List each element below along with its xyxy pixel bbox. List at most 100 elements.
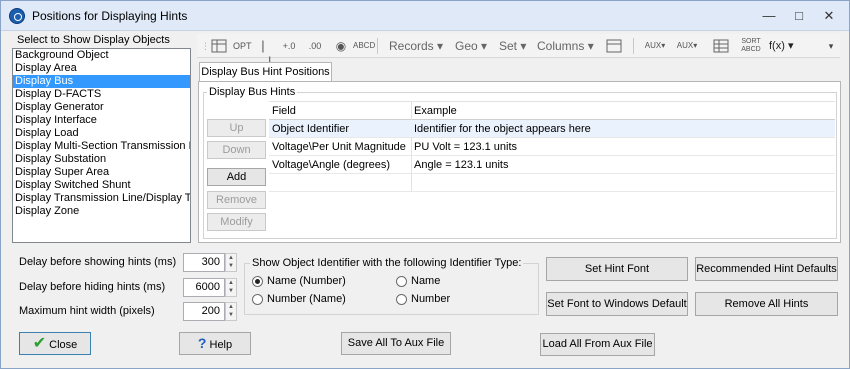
title-bar: Positions for Displaying Hints — □ ✕ bbox=[1, 1, 849, 31]
hints-table: Field Example Object Identifier Identifi… bbox=[269, 101, 835, 236]
radio-name[interactable] bbox=[396, 276, 407, 287]
modify-button[interactable]: Modify bbox=[207, 213, 266, 231]
freeze-panes-icon[interactable]: |↔| bbox=[255, 38, 271, 69]
list-item[interactable]: Display Generator bbox=[13, 101, 190, 114]
sort-abcd-icon[interactable]: SORT ABCD bbox=[741, 38, 761, 54]
down-button[interactable]: Down bbox=[207, 141, 266, 159]
column-header-example[interactable]: Example bbox=[411, 102, 457, 120]
decimals-increase-icon[interactable]: +.0 bbox=[279, 38, 299, 54]
filter-grid-icon[interactable] bbox=[709, 38, 733, 54]
list-item[interactable]: Display Super Area bbox=[13, 166, 190, 179]
remove-button[interactable]: Remove bbox=[207, 191, 266, 209]
function-label: f(x) bbox=[769, 40, 785, 52]
radio-name-number[interactable] bbox=[252, 276, 263, 287]
app-logo-icon bbox=[9, 8, 25, 24]
minimize-icon[interactable]: — bbox=[757, 6, 781, 26]
add-button[interactable]: Add bbox=[207, 168, 266, 186]
display-objects-list[interactable]: Background Object Display Area Display B… bbox=[12, 48, 191, 243]
table-row[interactable]: Object Identifier Identifier for the obj… bbox=[269, 120, 835, 138]
auxiliary-icon[interactable]: AUX▾ bbox=[675, 38, 699, 54]
geo-menu-label: Geo bbox=[455, 39, 478, 53]
list-item[interactable]: Display Zone bbox=[13, 205, 190, 218]
table-row[interactable]: Voltage\Angle (degrees) Angle = 123.1 un… bbox=[269, 156, 835, 174]
list-item[interactable]: Display Transmission Line/Display Transf… bbox=[13, 192, 190, 205]
checkmark-icon: ✔ bbox=[32, 335, 47, 352]
toolbar-grip-icon: ⋮ bbox=[201, 41, 210, 51]
geo-menu[interactable]: Geo ▾ bbox=[455, 39, 487, 53]
decimals-decrease-icon[interactable]: .00 bbox=[305, 38, 325, 54]
delay-show-input[interactable]: 300 bbox=[183, 253, 225, 272]
toolbar-separator bbox=[633, 38, 634, 54]
cell-field: Voltage\Per Unit Magnitude bbox=[272, 141, 406, 153]
list-item[interactable]: Display Switched Shunt bbox=[13, 179, 190, 192]
grid-toolbar: ⋮ OPT |↔| +.0 .00 ◉ ABCD Records ▾ Geo ▾… bbox=[197, 34, 840, 69]
up-button[interactable]: Up bbox=[207, 119, 266, 137]
close-button-label: Close bbox=[49, 339, 78, 351]
auxiliary-export-icon[interactable]: AUX▾ bbox=[643, 38, 667, 54]
table-row[interactable]: Voltage\Per Unit Magnitude PU Volt = 123… bbox=[269, 138, 835, 156]
table-header: Field Example bbox=[269, 102, 835, 120]
list-item[interactable]: Display Multi-Section Transmission Line bbox=[13, 140, 190, 153]
tab-display-bus-hint-positions[interactable]: Display Bus Hint Positions bbox=[199, 62, 332, 82]
radio-number-name[interactable] bbox=[252, 294, 263, 305]
delay-hide-input[interactable]: 6000 bbox=[183, 278, 225, 297]
set-hint-font-button[interactable]: Set Hint Font bbox=[546, 257, 688, 281]
list-item[interactable]: Background Object bbox=[13, 49, 190, 62]
help-icon: ? bbox=[197, 335, 207, 351]
load-aux-button[interactable]: Load All From Aux File bbox=[540, 333, 655, 356]
radio-number[interactable] bbox=[396, 294, 407, 305]
records-menu[interactable]: Records ▾ bbox=[389, 39, 443, 53]
list-item[interactable]: Display Substation bbox=[13, 153, 190, 166]
close-window-icon[interactable]: ✕ bbox=[817, 6, 841, 26]
cell-example: Identifier for the object appears here bbox=[414, 123, 591, 135]
identifier-type-label: Show Object Identifier with the followin… bbox=[250, 257, 524, 269]
list-item[interactable]: Display Load bbox=[13, 127, 190, 140]
toolbar-separator bbox=[377, 38, 378, 54]
toolbar-overflow-icon[interactable]: ▾ bbox=[825, 38, 837, 54]
delay-hide-stepper[interactable]: ▲ ▼ bbox=[225, 278, 237, 297]
columns-menu-label: Columns bbox=[537, 39, 585, 53]
radio-number-name-label: Number (Name) bbox=[267, 293, 346, 305]
table-row-empty[interactable] bbox=[269, 174, 835, 192]
delay-show-stepper[interactable]: ▲ ▼ bbox=[225, 253, 237, 272]
set-font-windows-default-button[interactable]: Set Font to Windows Default bbox=[546, 292, 688, 316]
identifier-type-groupbox bbox=[244, 263, 539, 315]
set-menu[interactable]: Set ▾ bbox=[499, 39, 526, 53]
dialog-window: Positions for Displaying Hints — □ ✕ Sel… bbox=[0, 0, 850, 369]
hints-group-label: Display Bus Hints bbox=[207, 86, 298, 98]
records-menu-label: Records bbox=[389, 39, 434, 53]
cell-example: PU Volt = 123.1 units bbox=[414, 141, 518, 153]
list-item-selected[interactable]: Display Bus bbox=[13, 75, 190, 88]
delay-hide-label: Delay before hiding hints (ms) bbox=[19, 281, 166, 293]
radio-number-label: Number bbox=[411, 293, 451, 305]
find-icon[interactable]: ◉ bbox=[333, 38, 349, 54]
close-button[interactable]: ✔ Close bbox=[19, 332, 91, 355]
max-width-label: Maximum hint width (pixels) bbox=[19, 305, 155, 317]
cell-field: Voltage\Angle (degrees) bbox=[272, 159, 391, 171]
delay-show-label: Delay before showing hints (ms) bbox=[19, 256, 177, 268]
max-width-input[interactable]: 200 bbox=[183, 302, 225, 321]
list-item[interactable]: Display Area bbox=[13, 62, 190, 75]
list-item[interactable]: Display Interface bbox=[13, 114, 190, 127]
help-button[interactable]: ? Help bbox=[179, 332, 251, 355]
cell-example: Angle = 123.1 units bbox=[414, 159, 509, 171]
max-width-stepper[interactable]: ▲ ▼ bbox=[225, 302, 237, 321]
list-item[interactable]: Display D-FACTS bbox=[13, 88, 190, 101]
recommended-hint-defaults-button[interactable]: Recommended Hint Defaults bbox=[695, 257, 838, 281]
remove-all-hints-button[interactable]: Remove All Hints bbox=[695, 292, 838, 316]
object-list-label: Select to Show Display Objects bbox=[17, 34, 170, 46]
maximize-icon[interactable]: □ bbox=[787, 6, 811, 26]
help-button-label: Help bbox=[209, 339, 233, 351]
cell-field: Object Identifier bbox=[272, 123, 350, 135]
save-aux-button[interactable]: Save All To Aux File bbox=[341, 332, 451, 355]
radio-name-number-label: Name (Number) bbox=[267, 275, 346, 287]
function-icon[interactable]: f(x) ▾ bbox=[769, 39, 793, 52]
set-menu-label: Set bbox=[499, 39, 518, 53]
window-title: Positions for Displaying Hints bbox=[32, 9, 188, 23]
columns-menu[interactable]: Columns ▾ bbox=[537, 39, 594, 53]
find-abcd-icon[interactable]: ABCD bbox=[353, 38, 375, 54]
optimal-column-width-icon[interactable]: OPT bbox=[233, 38, 252, 54]
column-options-icon[interactable] bbox=[603, 38, 625, 54]
column-header-field[interactable]: Field bbox=[269, 102, 296, 120]
table-format-icon[interactable] bbox=[211, 38, 227, 54]
